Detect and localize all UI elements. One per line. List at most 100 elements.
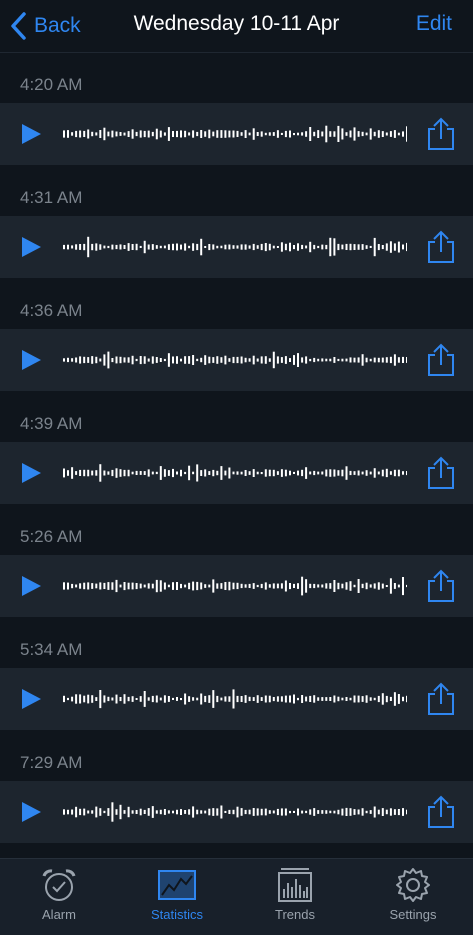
- waveform-bar: [377, 809, 380, 815]
- tab-trends[interactable]: Trends: [236, 859, 354, 935]
- waveform-bar: [333, 238, 336, 256]
- waveform-bar: [369, 358, 372, 362]
- back-button[interactable]: Back: [8, 9, 81, 43]
- play-button[interactable]: [20, 801, 42, 823]
- waveform-bar: [397, 584, 400, 588]
- waveform-bar: [220, 805, 223, 819]
- share-button[interactable]: [426, 230, 456, 264]
- waveform-bar: [406, 471, 407, 476]
- waveform-bar: [75, 806, 78, 818]
- waveform-bar: [317, 245, 320, 249]
- waveform-bar: [91, 131, 94, 137]
- share-button[interactable]: [426, 682, 456, 716]
- recording-row[interactable]: [0, 216, 473, 278]
- waveform-bar: [172, 810, 174, 814]
- share-button[interactable]: [426, 343, 456, 377]
- waveform-bar: [188, 132, 191, 136]
- waveform-bar: [111, 802, 114, 822]
- waveform-bar: [135, 358, 138, 362]
- waveform-bar: [83, 695, 86, 703]
- waveform-bar: [389, 696, 392, 701]
- waveform-bar: [284, 356, 287, 364]
- waveform-bar: [200, 470, 203, 476]
- recording-row[interactable]: [0, 442, 473, 504]
- waveform-bar: [135, 243, 138, 251]
- play-button[interactable]: [20, 349, 42, 371]
- waveform-bar: [224, 244, 227, 250]
- waveform-bar: [297, 470, 299, 476]
- tab-alarm[interactable]: Alarm: [0, 859, 118, 935]
- waveform-bar: [244, 695, 247, 703]
- waveform-bar: [71, 583, 74, 589]
- waveform-bar: [196, 131, 199, 137]
- play-button[interactable]: [20, 236, 42, 258]
- waveform-bar: [321, 584, 324, 588]
- share-button[interactable]: [426, 795, 456, 829]
- waveform-bar: [79, 583, 82, 589]
- waveform-bar: [272, 245, 275, 249]
- tab-statistics[interactable]: Statistics: [118, 859, 236, 935]
- waveform-bar: [71, 809, 74, 815]
- waveform-bar: [268, 358, 271, 362]
- edit-button[interactable]: Edit: [416, 12, 452, 36]
- share-button[interactable]: [426, 456, 456, 490]
- waveform-bar: [284, 580, 287, 592]
- tab-label: Trends: [275, 907, 315, 922]
- waveform-bar: [155, 245, 158, 249]
- recording-row[interactable]: [0, 329, 473, 391]
- recording-row[interactable]: [0, 103, 473, 165]
- waveform-bar: [393, 583, 396, 589]
- share-button[interactable]: [426, 569, 456, 603]
- play-button[interactable]: [20, 123, 42, 145]
- waveform-bar: [87, 694, 90, 704]
- waveform-bar: [63, 582, 65, 590]
- waveform-bar: [127, 131, 130, 137]
- recording-row[interactable]: [0, 668, 473, 730]
- waveform-bar: [99, 582, 102, 590]
- waveform-bar: [180, 583, 182, 589]
- waveform-bar: [192, 806, 195, 818]
- waveform-bar: [176, 582, 178, 590]
- waveform-bar: [369, 810, 372, 814]
- waveform-bar: [341, 469, 344, 477]
- waveform-bar: [264, 132, 267, 136]
- share-button[interactable]: [426, 117, 456, 151]
- waveform-bar: [155, 128, 158, 140]
- waveform-bar: [365, 357, 368, 363]
- waveform-bar: [293, 245, 295, 250]
- waveform-bar: [325, 697, 328, 701]
- gear-icon: [396, 868, 430, 902]
- recordings-list[interactable]: 4:20 AM 4:31 AM 4:36 AM 4:39 AM 5:26 AM …: [0, 53, 473, 858]
- waveform-bar: [236, 356, 239, 364]
- play-button[interactable]: [20, 688, 42, 710]
- waveform-bar: [349, 470, 352, 476]
- play-button[interactable]: [20, 575, 42, 597]
- waveform-bar: [329, 237, 332, 257]
- waveform-bar: [240, 356, 243, 364]
- waveform-bar: [139, 808, 142, 816]
- waveform-bar: [75, 130, 78, 138]
- waveform-bar: [143, 471, 146, 475]
- waveform-bar: [353, 695, 356, 703]
- waveform-bar: [131, 355, 134, 365]
- play-button[interactable]: [20, 462, 42, 484]
- waveform-bar: [252, 583, 255, 589]
- waveform-bar: [95, 243, 98, 251]
- waveform-bar: [240, 696, 243, 702]
- waveform-bar: [365, 810, 368, 814]
- waveform-bar: [184, 130, 187, 138]
- waveform-bar: [176, 356, 178, 364]
- waveform-bar: [67, 130, 69, 138]
- waveform: [63, 464, 407, 482]
- statistics-chart-icon: [158, 870, 196, 900]
- waveform-bar: [381, 808, 384, 816]
- recording-row[interactable]: [0, 781, 473, 843]
- waveform-bar: [216, 470, 219, 476]
- recording-row[interactable]: [0, 555, 473, 617]
- waveform-bar: [83, 469, 86, 477]
- waveform-bar: [252, 355, 255, 365]
- tab-label: Alarm: [42, 907, 76, 922]
- waveform-bar: [159, 580, 162, 592]
- waveform-bar: [151, 131, 154, 137]
- tab-settings[interactable]: Settings: [354, 859, 472, 935]
